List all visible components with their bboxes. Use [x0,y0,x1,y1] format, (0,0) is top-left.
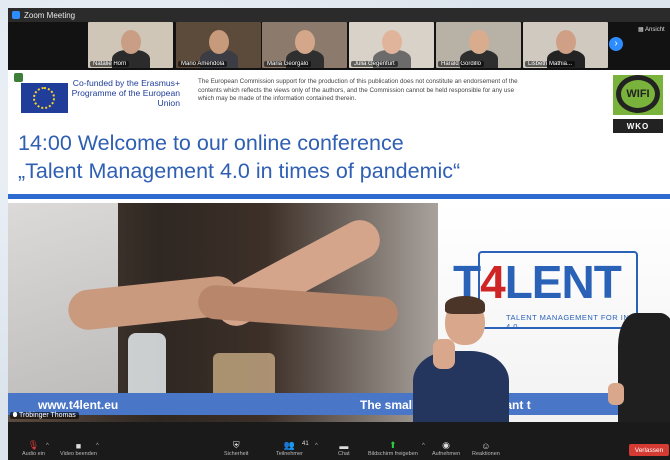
slide-heading-line1: 14:00 Welcome to our online conference [18,131,404,155]
participant-name: Mario Amendola [178,61,228,67]
eu-flag-logo [21,83,68,113]
participant-tile[interactable]: Mario Amendola [176,22,261,68]
view-button[interactable]: ▦ Ansicht [638,26,665,33]
video-options-caret-icon[interactable]: ^ [96,443,99,449]
participant-tile[interactable]: Julia Gegenfurt [349,22,434,68]
share-indicator-icon [14,73,23,82]
slide-header: Co-funded by the Erasmus+ Programme of t… [8,70,670,199]
microphone-muted-icon: 🎙 [27,440,40,450]
emoji-icon: ☺ [481,440,491,451]
active-speaker-name: Tröbinger Thomas [10,412,79,419]
participant-name: Julia Gegenfurt [351,61,398,67]
participant-face [209,30,229,54]
slide-heading-line2: „Talent Management 4.0 in times of pande… [18,159,461,183]
participants-button[interactable]: 👥 Teilnehmer [276,438,303,460]
reactions-button[interactable]: ☺ Reaktionen [472,438,500,460]
participants-icon: 👥 [283,440,296,450]
participant-tile[interactable]: Lisbeth Mathia... [523,22,608,68]
chat-bubble-icon: ▬ [339,440,349,451]
record-button[interactable]: ◉ Aufnehmen [432,438,460,460]
divider [8,194,670,199]
participants-count: 41 [302,441,309,447]
security-button[interactable]: ⛨ Sicherheit [224,438,248,460]
participant-face [121,30,141,54]
window-title: Zoom Meeting [24,10,76,20]
participant-name: Natalie Horn [90,61,130,67]
zoom-window: Zoom Meeting Natalie Horn Mario Amendola M… [8,8,670,460]
wifi-logo-text: WIFI [616,75,660,113]
participant-face [556,30,576,54]
audio-options-caret-icon[interactable]: ^ [46,443,49,449]
participant-name: Maria Georgalo [264,61,312,67]
presenter-video [403,296,513,422]
participant-face [382,30,402,54]
second-presenter-video [608,263,670,422]
participants-options-caret-icon[interactable]: ^ [315,443,318,449]
grid-icon: ▦ [638,27,644,33]
cofund-text: Co-funded by the Erasmus+ Programme of t… [71,78,180,108]
video-button[interactable]: ■ Video beenden [60,438,97,460]
next-page-button[interactable]: › [609,37,623,51]
site-url: www.t4lent.eu [38,398,119,412]
video-camera-icon: ■ [75,440,82,451]
wko-logo-text: WKO [613,119,663,133]
participant-tile[interactable]: Natalie Horn [88,22,173,68]
share-screen-icon: ⬆ [389,440,397,450]
share-screen-button[interactable]: ⬆ Bildschirm freigeben [368,438,418,460]
participant-tile[interactable]: Maria Georgalo [262,22,347,68]
title-bar: Zoom Meeting [8,8,670,22]
zoom-app-icon [12,11,20,19]
record-icon: ◉ [442,440,450,450]
slide-photo: T4LENT TALENT MANAGEMENT FOR INDUSTRY 4.… [8,203,670,422]
participant-name: Lisbeth Mathia... [525,61,576,67]
participant-face [469,30,489,54]
audio-button[interactable]: 🎙 Audio ein [22,438,45,460]
disclaimer-text: The European Commission support for the … [198,78,518,102]
participant-face [295,30,315,54]
participant-name: Harald Gordillo [438,61,485,67]
leave-button[interactable]: Verlassen [629,444,669,456]
participant-strip: Natalie Horn Mario Amendola Maria Georgalo… [8,22,670,72]
chat-button[interactable]: ▬ Chat [338,438,350,460]
microphone-icon [13,412,17,417]
view-label: Ansicht [645,27,665,33]
participant-tile[interactable]: Harald Gordillo [436,22,521,68]
wifi-wko-logo: WIFI WKO [613,75,667,135]
shield-icon: ⛨ [232,440,240,450]
meeting-toolbar: 🎙 Audio ein ^ ■ Video beenden ^ ⛨ Sicher… [8,438,670,460]
shared-screen: Co-funded by the Erasmus+ Programme of t… [8,70,670,422]
share-options-caret-icon[interactable]: ^ [422,443,425,449]
